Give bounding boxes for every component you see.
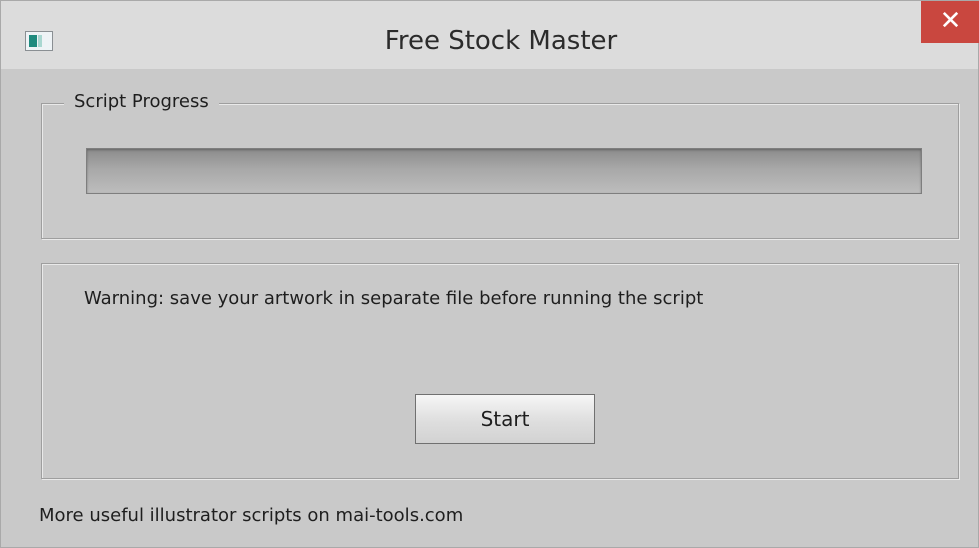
- title-bar[interactable]: Free Stock Master ✕: [1, 1, 979, 69]
- script-progress-group: Script Progress: [41, 89, 959, 239]
- script-progress-legend: Script Progress: [64, 89, 219, 115]
- dialog-window: Free Stock Master ✕ Script Progress Warn…: [0, 0, 979, 548]
- close-button[interactable]: ✕: [921, 1, 979, 43]
- warning-message: Warning: save your artwork in separate f…: [84, 288, 704, 309]
- script-progress-bar: [86, 148, 922, 194]
- start-button[interactable]: Start: [415, 394, 595, 444]
- footer-link-text[interactable]: More useful illustrator scripts on mai-t…: [39, 503, 463, 529]
- window-title: Free Stock Master: [384, 26, 618, 56]
- app-window-icon[interactable]: [25, 31, 53, 51]
- dialog-body: Script Progress Warning: save your artwo…: [1, 69, 978, 547]
- close-icon: ✕: [939, 6, 962, 36]
- app-icon-pane: [29, 35, 37, 47]
- app-icon-pane-secondary: [38, 35, 42, 47]
- warning-group: Warning: save your artwork in separate f…: [41, 263, 959, 479]
